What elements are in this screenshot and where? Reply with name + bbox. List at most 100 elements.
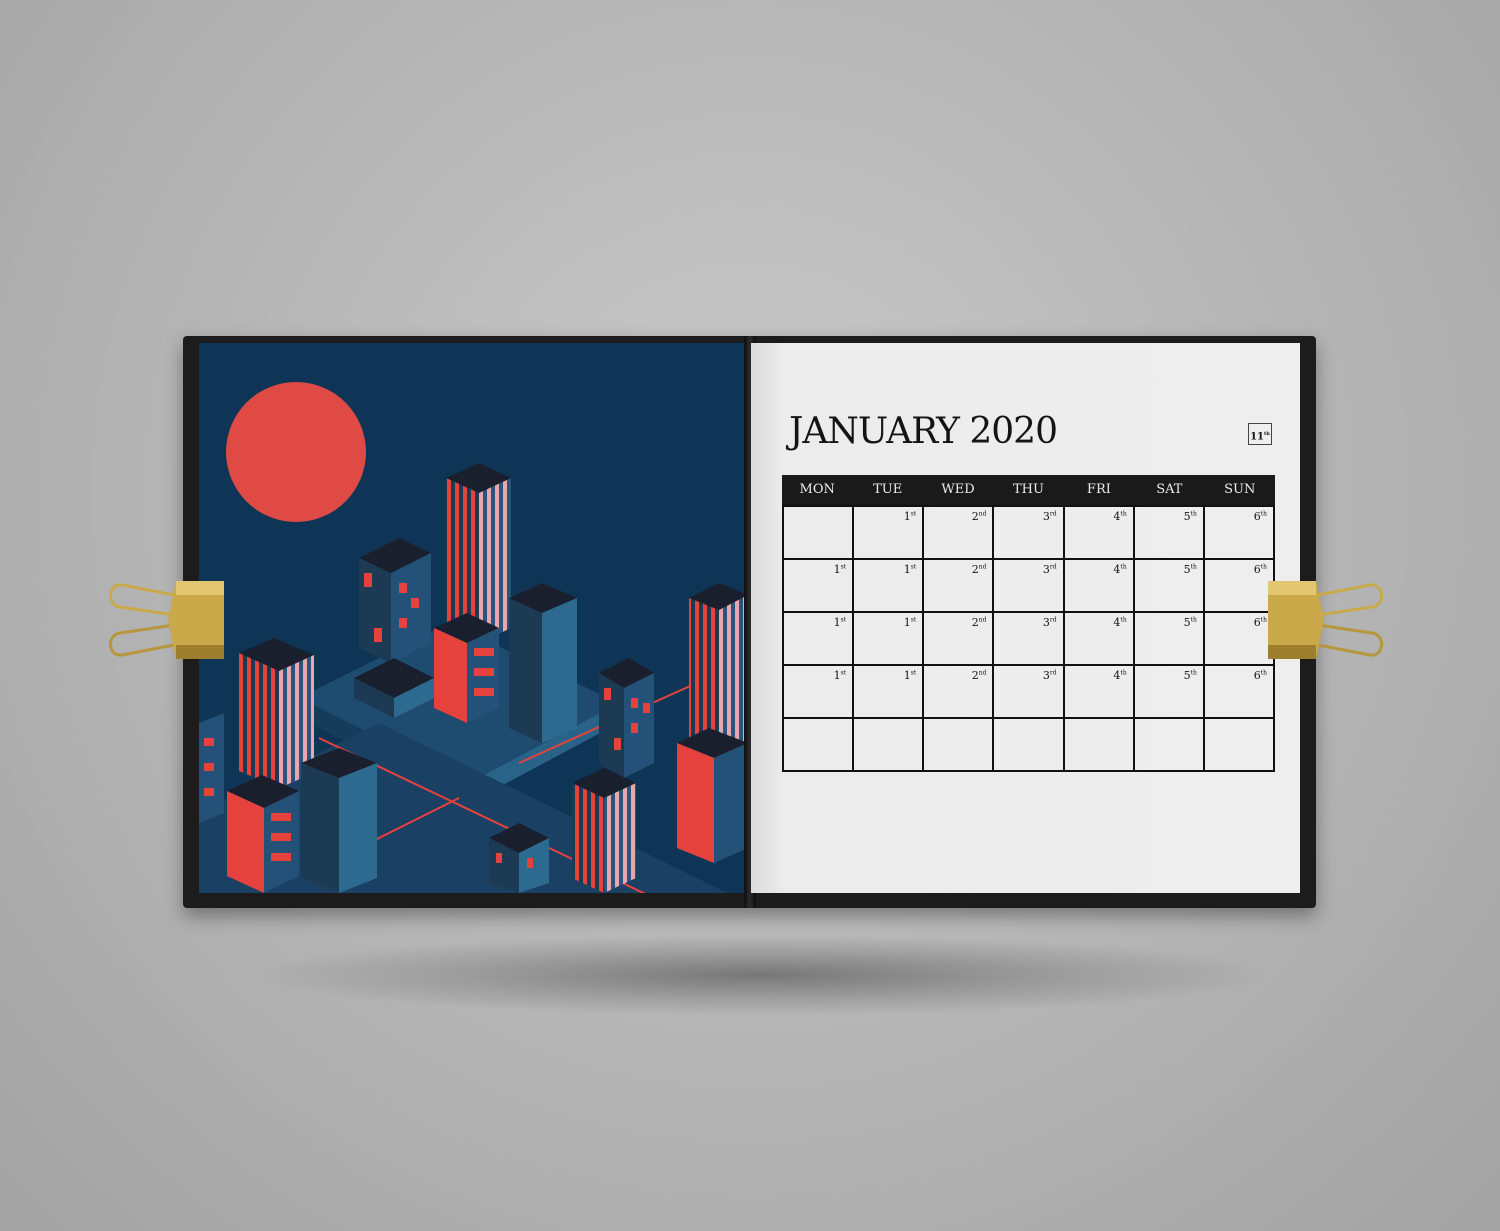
weekday-mon: MON bbox=[799, 482, 835, 497]
day-number: 6th bbox=[1254, 616, 1267, 629]
day-number: 1st bbox=[834, 616, 847, 629]
day-number-value: 1 bbox=[903, 616, 911, 629]
day-number-suffix: st bbox=[910, 510, 917, 518]
day-number-value: 2 bbox=[971, 510, 979, 523]
day-number-value: 1 bbox=[833, 616, 841, 629]
day-number-suffix: st bbox=[910, 563, 917, 571]
day-number-value: 2 bbox=[971, 563, 979, 576]
day-number: 1st bbox=[904, 563, 917, 576]
day-number-suffix: th bbox=[1260, 669, 1267, 677]
day-number-suffix: th bbox=[1190, 563, 1197, 571]
day-cell: 1st bbox=[784, 613, 855, 666]
day-cell: 2nd bbox=[924, 666, 995, 719]
day-number-value: 6 bbox=[1253, 563, 1261, 576]
day-cell: 6th bbox=[1204, 560, 1275, 613]
day-number-suffix: st bbox=[840, 616, 847, 624]
day-number: 2nd bbox=[972, 616, 987, 629]
day-cell: 3rd bbox=[994, 507, 1065, 560]
day-cell: 2nd bbox=[924, 613, 995, 666]
day-number-suffix: th bbox=[1260, 510, 1267, 518]
day-number: 3rd bbox=[1043, 563, 1057, 576]
page-number-badge: 11th bbox=[1248, 423, 1272, 445]
day-cell: 3rd bbox=[994, 666, 1065, 719]
day-cell: 1st bbox=[784, 666, 855, 719]
day-number: 3rd bbox=[1043, 616, 1057, 629]
city-illustration bbox=[199, 343, 748, 893]
day-number-suffix: rd bbox=[1049, 616, 1057, 624]
day-cell: 6th bbox=[1204, 507, 1275, 560]
day-number-suffix: th bbox=[1260, 616, 1267, 624]
day-number: 3rd bbox=[1043, 510, 1057, 523]
weekday-sun: SUN bbox=[1224, 482, 1256, 497]
binder-clip-left bbox=[109, 581, 224, 659]
day-number-value: 2 bbox=[971, 669, 979, 682]
day-number-value: 3 bbox=[1042, 616, 1050, 629]
day-number-value: 5 bbox=[1183, 669, 1191, 682]
day-number-value: 5 bbox=[1183, 563, 1191, 576]
day-number-value: 5 bbox=[1183, 616, 1191, 629]
day-cell: 6th bbox=[1204, 666, 1275, 719]
day-number-value: 3 bbox=[1042, 510, 1050, 523]
day-number-value: 1 bbox=[903, 563, 911, 576]
day-cell bbox=[784, 719, 855, 772]
day-number-value: 1 bbox=[903, 669, 911, 682]
day-number: 2nd bbox=[972, 669, 987, 682]
day-number: 1st bbox=[834, 669, 847, 682]
day-number-suffix: rd bbox=[1049, 669, 1057, 677]
day-number: 5th bbox=[1184, 510, 1197, 523]
day-number-suffix: th bbox=[1120, 616, 1127, 624]
day-number-value: 6 bbox=[1253, 510, 1261, 523]
page-number: 11 bbox=[1250, 431, 1264, 443]
day-cell: 5th bbox=[1134, 507, 1205, 560]
floor-shadow bbox=[260, 935, 1260, 1015]
day-cell bbox=[1134, 719, 1205, 772]
day-cell: 2nd bbox=[924, 560, 995, 613]
day-cell bbox=[854, 719, 925, 772]
day-cell bbox=[994, 719, 1065, 772]
day-number-value: 3 bbox=[1042, 669, 1050, 682]
day-number-value: 2 bbox=[971, 616, 979, 629]
day-number-suffix: th bbox=[1190, 616, 1197, 624]
day-cell bbox=[1204, 719, 1275, 772]
weekday-fri: FRI bbox=[1086, 482, 1111, 497]
day-number: 4th bbox=[1113, 669, 1126, 682]
day-number-suffix: th bbox=[1260, 563, 1267, 571]
sun bbox=[226, 382, 366, 522]
day-number: 6th bbox=[1254, 669, 1267, 682]
day-number-value: 3 bbox=[1042, 563, 1050, 576]
weekday-thu: THU bbox=[1012, 482, 1044, 497]
day-number: 4th bbox=[1113, 510, 1126, 523]
weekday-header: MON TUE WED THU FRI SAT SUN bbox=[782, 475, 1275, 505]
day-cell: 1st bbox=[854, 613, 925, 666]
day-number: 2nd bbox=[972, 510, 987, 523]
day-number: 5th bbox=[1184, 616, 1197, 629]
day-number: 1st bbox=[904, 510, 917, 523]
day-number: 2nd bbox=[972, 563, 987, 576]
day-number: 3rd bbox=[1043, 669, 1057, 682]
day-number: 4th bbox=[1113, 616, 1126, 629]
day-number-value: 1 bbox=[903, 510, 911, 523]
month-title: JANUARY 2020 bbox=[789, 411, 1058, 452]
day-cell: 4th bbox=[1064, 507, 1135, 560]
day-cell bbox=[784, 507, 855, 560]
calendar-page: JANUARY 2020 11th MON TUE WED THU FRI SA… bbox=[751, 343, 1300, 893]
binder-clip-right bbox=[1268, 581, 1383, 659]
day-number-suffix: nd bbox=[978, 563, 987, 571]
day-number-suffix: th bbox=[1190, 510, 1197, 518]
day-number-value: 1 bbox=[833, 563, 841, 576]
day-number-suffix: st bbox=[910, 616, 917, 624]
day-cell: 4th bbox=[1064, 613, 1135, 666]
day-cell: 1st bbox=[784, 560, 855, 613]
day-number-suffix: th bbox=[1190, 669, 1197, 677]
day-number: 5th bbox=[1184, 669, 1197, 682]
day-number-value: 6 bbox=[1253, 616, 1261, 629]
day-cell: 1st bbox=[854, 666, 925, 719]
weekday-tue: TUE bbox=[873, 482, 903, 497]
weekday-wed: WED bbox=[941, 482, 975, 497]
day-number-value: 5 bbox=[1183, 510, 1191, 523]
day-cell: 1st bbox=[854, 507, 925, 560]
weekday-sat: SAT bbox=[1156, 482, 1183, 497]
day-number-suffix: th bbox=[1120, 669, 1127, 677]
day-cell bbox=[924, 719, 995, 772]
day-cell: 4th bbox=[1064, 560, 1135, 613]
